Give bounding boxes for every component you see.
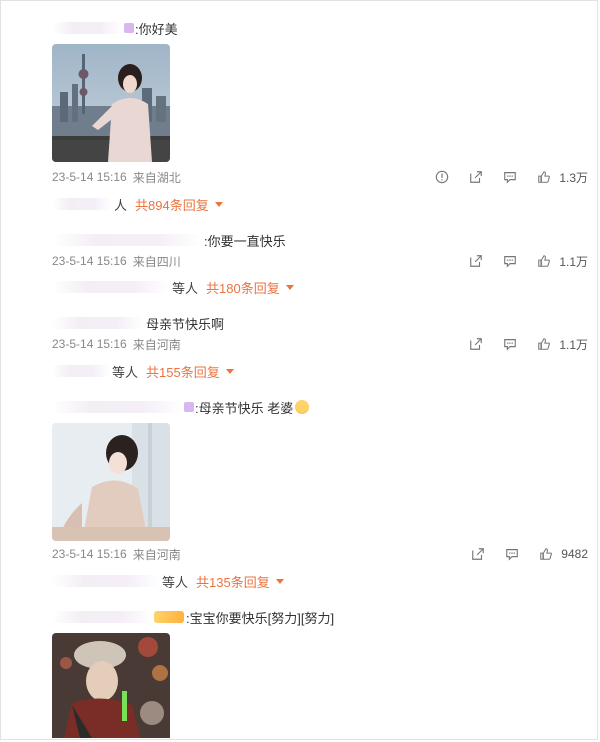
thumbs-up-icon[interactable] bbox=[531, 168, 557, 186]
share-icon[interactable] bbox=[463, 168, 489, 186]
like-count: 1.3万 bbox=[559, 170, 588, 185]
reply-summary[interactable]: 人 共894条回复 bbox=[52, 195, 223, 213]
reply-prefix: 等人 bbox=[112, 364, 139, 380]
reply-summary[interactable]: 等人 共155条回复 bbox=[52, 362, 234, 380]
comment-location: 来自河南 bbox=[132, 547, 181, 562]
reply-count[interactable]: 共135条回复 bbox=[196, 572, 270, 591]
chevron-down-icon[interactable] bbox=[275, 578, 284, 584]
comment-icon[interactable] bbox=[497, 335, 523, 353]
share-icon[interactable] bbox=[465, 545, 491, 563]
comment-text-line: 母亲节快乐啊 bbox=[52, 313, 588, 333]
comment-image[interactable] bbox=[52, 44, 170, 162]
comment-meta: 23-5-14 15:16 来自湖北 1.3万 bbox=[52, 168, 588, 186]
comment-text: :母亲节快乐 老婆 bbox=[195, 400, 294, 416]
chevron-down-icon[interactable] bbox=[285, 284, 294, 290]
comment-image[interactable] bbox=[52, 423, 170, 541]
reply-count[interactable]: 共180条回复 bbox=[206, 278, 280, 297]
like-count: 1.1万 bbox=[559, 337, 588, 352]
comment-icon[interactable] bbox=[497, 252, 523, 270]
username[interactable] bbox=[52, 234, 202, 246]
comment-meta: 23-5-14 15:16 来自河南 1.1万 bbox=[52, 335, 588, 353]
comment-time: 23-5-14 15:16 bbox=[52, 337, 127, 351]
reply-summary[interactable]: 等人 共180条回复 bbox=[52, 278, 294, 296]
reply-users bbox=[52, 198, 112, 210]
comment-actions: 9482 bbox=[457, 545, 588, 563]
username[interactable] bbox=[52, 317, 144, 329]
comment-actions: 1.1万 bbox=[455, 335, 588, 353]
comment-time: 23-5-14 15:16 bbox=[52, 547, 127, 561]
warning-icon[interactable] bbox=[429, 168, 455, 186]
comment-actions: 1.1万 bbox=[455, 252, 588, 270]
reply-summary[interactable]: 等人 共135条回复 bbox=[52, 572, 284, 590]
comment-actions: 1.3万 bbox=[421, 168, 588, 186]
reply-prefix: 等人 bbox=[172, 280, 199, 296]
reply-prefix: 等人 bbox=[162, 574, 189, 590]
username[interactable] bbox=[52, 611, 152, 623]
username[interactable] bbox=[52, 22, 122, 34]
comment-location: 来自湖北 bbox=[132, 170, 181, 185]
comment-image[interactable] bbox=[52, 633, 170, 738]
comment-text: :你要一直快乐 bbox=[204, 233, 286, 249]
thumbs-up-icon[interactable] bbox=[533, 545, 559, 563]
comment-meta: 23-5-14 15:16 来自四川 1.1万 bbox=[52, 252, 588, 270]
share-icon[interactable] bbox=[463, 335, 489, 353]
reply-prefix: 人 bbox=[114, 197, 128, 213]
user-badge bbox=[184, 402, 194, 412]
reply-users bbox=[52, 365, 110, 377]
comment-text: 母亲节快乐啊 bbox=[146, 316, 225, 332]
comment-text: :你好美 bbox=[135, 21, 178, 37]
reply-count[interactable]: 共894条回复 bbox=[135, 195, 209, 214]
user-badge bbox=[124, 23, 134, 33]
like-count: 9482 bbox=[561, 547, 588, 561]
reply-users bbox=[52, 575, 160, 587]
emoji-icon bbox=[295, 400, 310, 414]
thumbs-up-icon[interactable] bbox=[531, 335, 557, 353]
comment-text-line: :你好美 bbox=[52, 18, 588, 38]
comment-time: 23-5-14 15:16 bbox=[52, 170, 127, 184]
comment-text-line: :母亲节快乐 老婆 bbox=[52, 397, 588, 417]
chevron-down-icon[interactable] bbox=[225, 368, 234, 374]
username[interactable] bbox=[52, 401, 182, 413]
comment-text-line: :宝宝你要快乐[努力][努力] bbox=[52, 607, 588, 627]
comment-icon[interactable] bbox=[497, 168, 523, 186]
reply-count[interactable]: 共155条回复 bbox=[146, 362, 220, 381]
like-count: 1.1万 bbox=[559, 254, 588, 269]
vip-badge bbox=[154, 611, 184, 623]
comment-meta: 23-5-14 15:16 来自河南 9482 bbox=[52, 545, 588, 563]
comment-icon[interactable] bbox=[499, 545, 525, 563]
comment-text: :宝宝你要快乐[努力][努力] bbox=[186, 610, 335, 626]
comment-text-line: :你要一直快乐 bbox=[52, 230, 588, 250]
thumbs-up-icon[interactable] bbox=[531, 252, 557, 270]
chevron-down-icon[interactable] bbox=[214, 201, 223, 207]
reply-users bbox=[52, 281, 170, 293]
comment-time: 23-5-14 15:16 bbox=[52, 254, 127, 268]
comment-location: 来自河南 bbox=[132, 337, 181, 352]
share-icon[interactable] bbox=[463, 252, 489, 270]
comment-location: 来自四川 bbox=[132, 254, 181, 269]
